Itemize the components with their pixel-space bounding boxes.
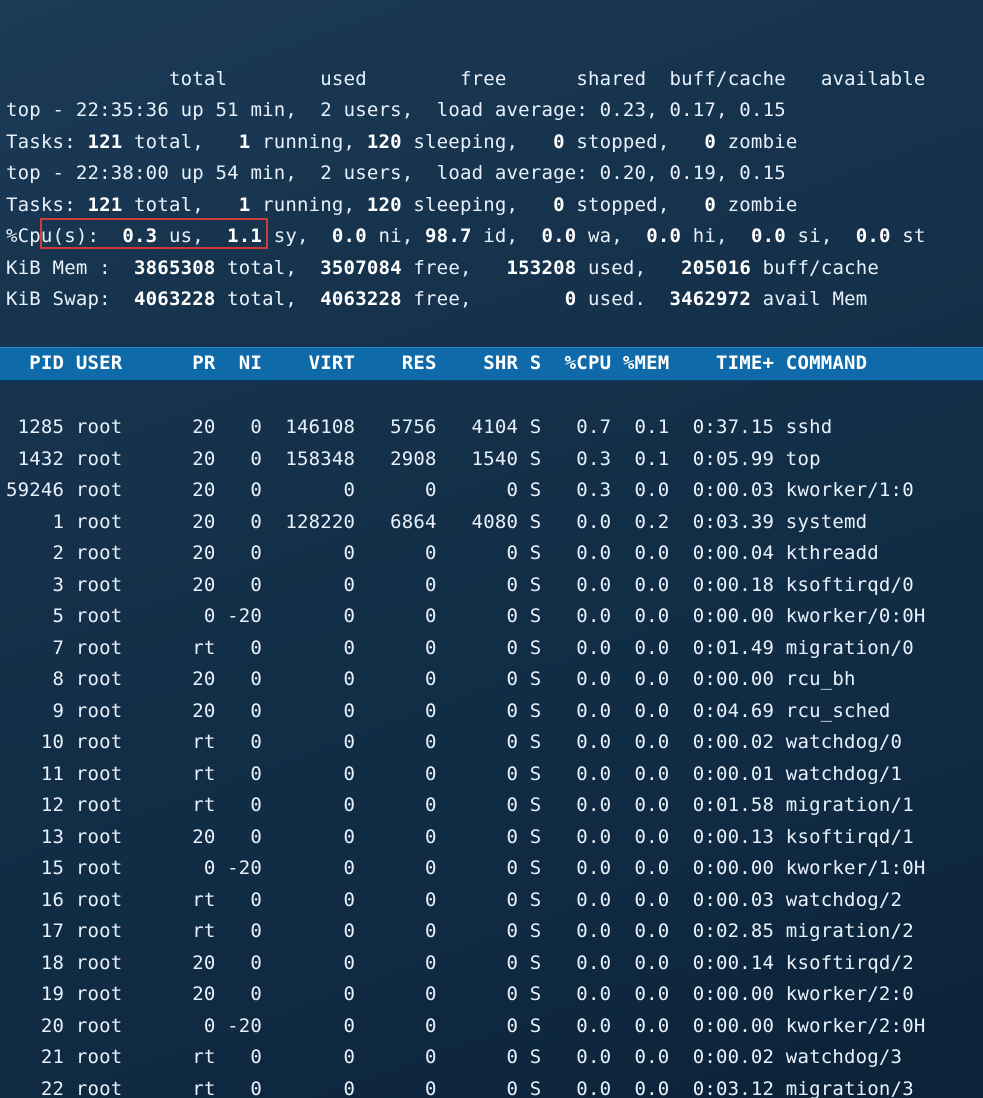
summary-swap-line: KiB Swap: 4063228 total, 4063228 free, 0… (6, 288, 867, 310)
summary-top-line-2: top - 22:38:00 up 54 min, 2 users, load … (6, 162, 786, 184)
terminal-top-output[interactable]: total used free shared buff/cache availa… (0, 0, 983, 1098)
summary-mem-line: KiB Mem : 3865308 total, 3507084 free, 1… (6, 257, 879, 279)
summary-tasks-line-1: Tasks: 121 total, 1 running, 120 sleepin… (6, 131, 798, 153)
process-table-body: 1285 root 20 0 146108 5756 4104 S 0.7 0.… (6, 416, 925, 1098)
summary-tasks-line-2: Tasks: 121 total, 1 running, 120 sleepin… (6, 194, 798, 216)
free-header-line: total used free shared buff/cache availa… (6, 68, 926, 90)
summary-top-line-1: top - 22:35:36 up 51 min, 2 users, load … (6, 99, 786, 121)
summary-cpu-line: %Cpu(s): 0.3 us, 1.1 sy, 0.0 ni, 98.7 id… (6, 225, 926, 247)
process-table-header[interactable]: PID USER PR NI VIRT RES SHR S %CPU %MEM … (0, 347, 983, 381)
